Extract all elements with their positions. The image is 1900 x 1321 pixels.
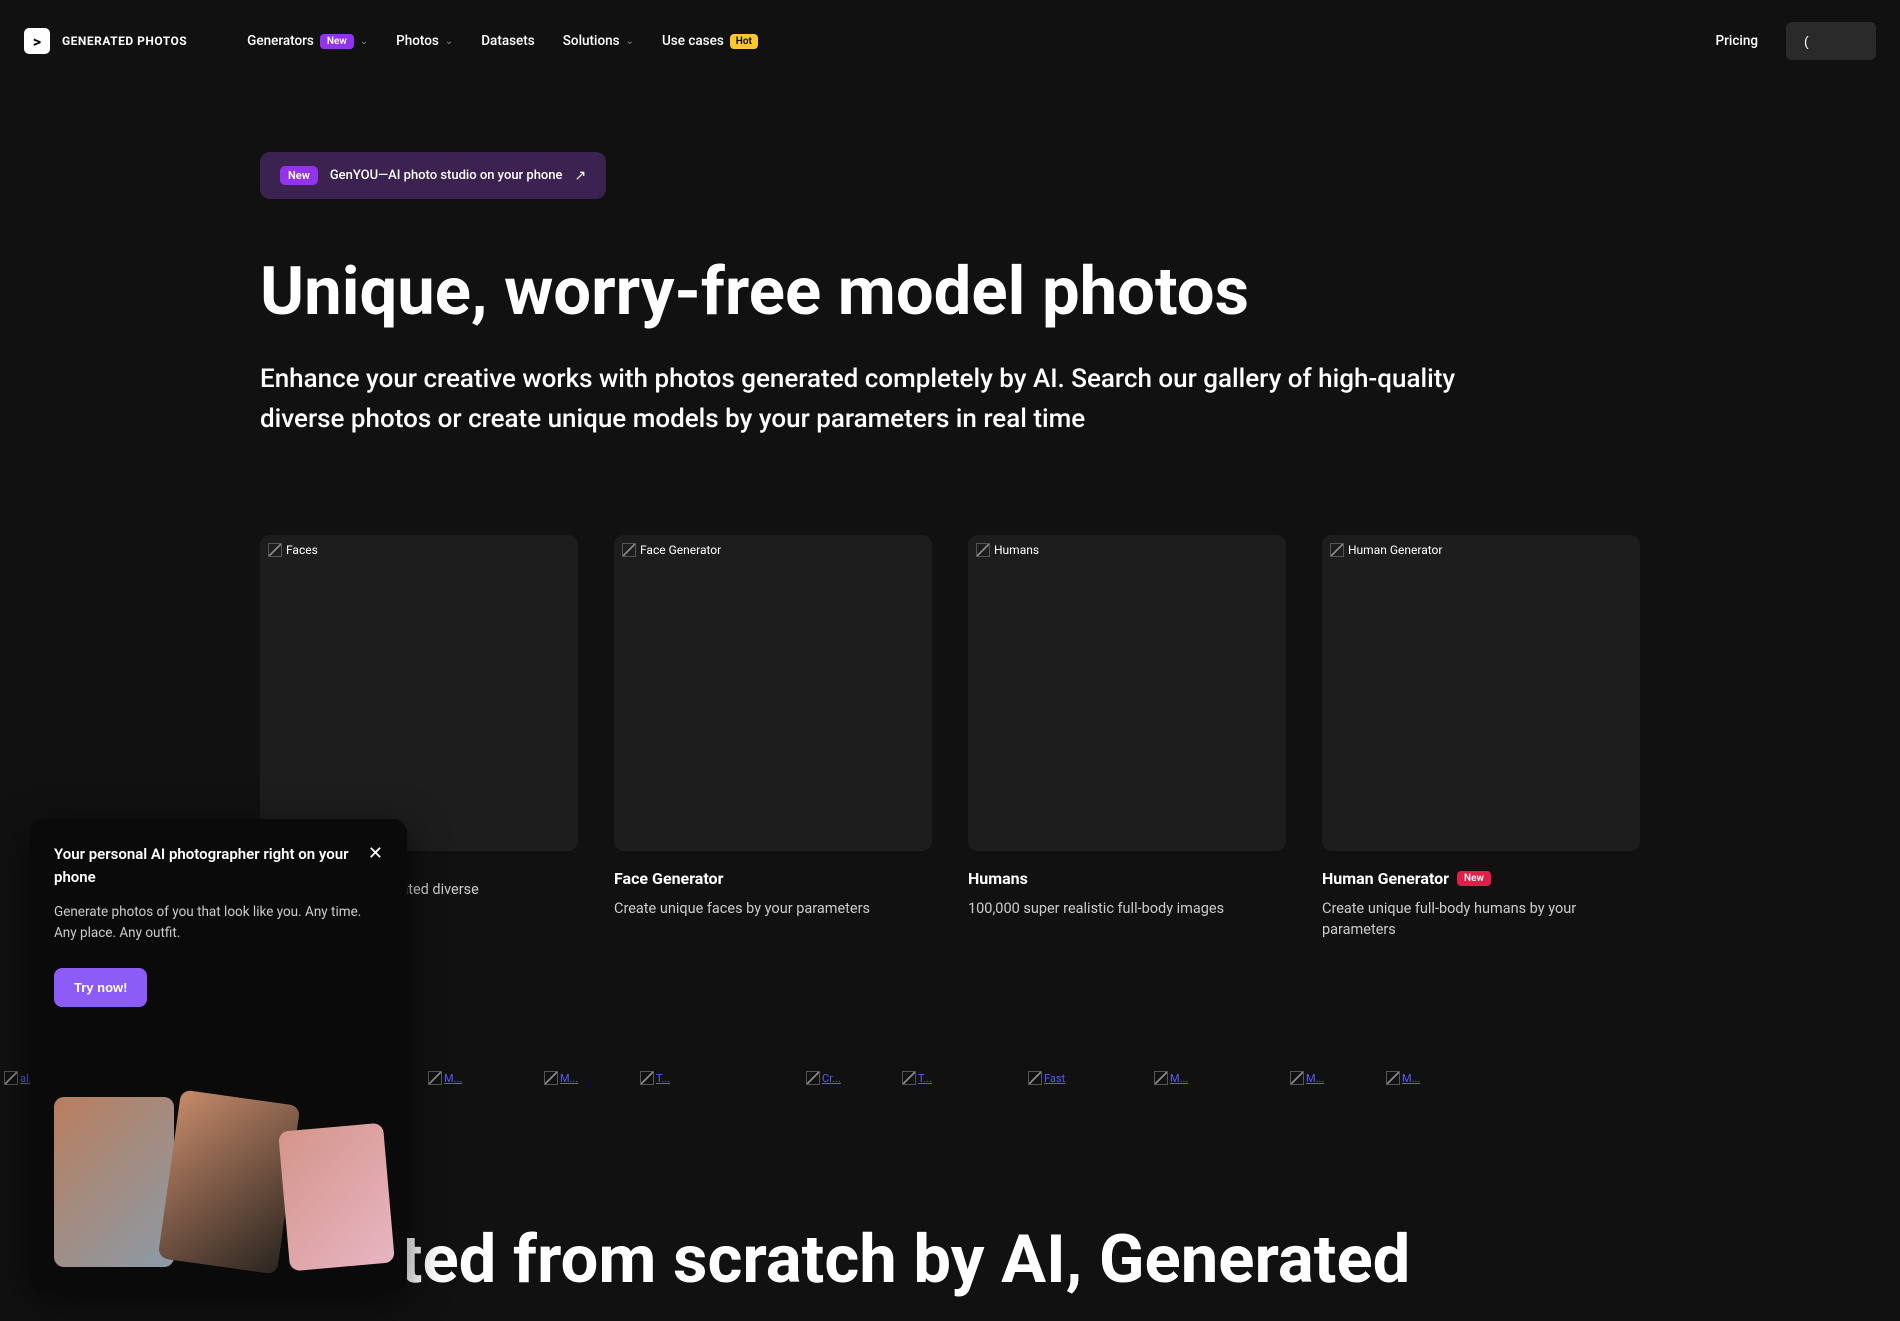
popup-sample-image xyxy=(278,1123,395,1272)
broken-image-icon xyxy=(1386,1071,1400,1085)
card-desc: 100,000 super realistic full-body images xyxy=(968,898,1286,920)
card-image-placeholder: Humans xyxy=(968,535,1286,851)
promo-text: GenYOU—AI photo studio on your phone xyxy=(330,168,563,183)
card-desc: nerated diverse xyxy=(380,879,578,901)
close-icon[interactable]: ✕ xyxy=(368,843,383,864)
thumb-item[interactable]: Cr... xyxy=(806,1071,886,1085)
card-desc: Create unique full-body humans by your p… xyxy=(1322,898,1640,942)
broken-image-icon xyxy=(1290,1071,1304,1085)
nav-photos[interactable]: Photos ⌄ xyxy=(396,33,453,49)
broken-image-icon xyxy=(976,543,990,557)
arrow-up-right-icon: ↗ xyxy=(575,168,587,184)
card-human-generator[interactable]: Human Generator Human Generator New Crea… xyxy=(1322,535,1640,942)
card-image-placeholder: Face Generator xyxy=(614,535,932,851)
thumb-item[interactable]: M... xyxy=(428,1071,528,1085)
card-desc: Create unique faces by your parameters xyxy=(614,898,932,920)
thumb-item[interactable]: M... xyxy=(1386,1071,1446,1085)
badge-hot: Hot xyxy=(730,34,758,49)
card-image-placeholder: Human Generator xyxy=(1322,535,1640,851)
logo[interactable]: > GENERATED PHOTOS xyxy=(24,28,187,54)
thumb-item[interactable]: M... xyxy=(1290,1071,1370,1085)
header: > GENERATED PHOTOS Generators New ⌄ Phot… xyxy=(0,0,1900,82)
badge-new: New xyxy=(320,34,354,49)
nav-datasets[interactable]: Datasets xyxy=(481,33,535,49)
broken-image-icon xyxy=(268,543,282,557)
nav-generators[interactable]: Generators New ⌄ xyxy=(247,33,368,49)
popup-sample-image xyxy=(158,1089,300,1274)
broken-image-icon xyxy=(902,1071,916,1085)
thumb-item[interactable]: Fast xyxy=(1028,1071,1138,1085)
try-now-button[interactable]: Try now! xyxy=(54,968,147,1007)
broken-image-icon xyxy=(1028,1071,1042,1085)
header-account-button[interactable]: ( xyxy=(1786,22,1876,60)
broken-image-icon xyxy=(1154,1071,1168,1085)
broken-image-icon xyxy=(622,543,636,557)
popup-desc: Generate photos of you that look like yo… xyxy=(54,902,383,944)
thumb-item[interactable]: M... xyxy=(544,1071,624,1085)
card-title: Face Generator xyxy=(614,869,723,888)
broken-image-icon xyxy=(640,1071,654,1085)
chevron-down-icon: ⌄ xyxy=(626,36,634,47)
card-humans[interactable]: Humans Humans 100,000 super realistic fu… xyxy=(968,535,1286,942)
chevron-down-icon: ⌄ xyxy=(445,36,453,47)
broken-image-icon xyxy=(428,1071,442,1085)
chevron-down-icon: ⌄ xyxy=(360,36,368,47)
hero-subtitle: Enhance your creative works with photos … xyxy=(260,359,1490,440)
card-title: Human Generator xyxy=(1322,869,1449,888)
popup-images xyxy=(54,1097,383,1267)
broken-image-icon xyxy=(4,1071,18,1085)
popup-title: Your personal AI photographer right on y… xyxy=(54,843,364,888)
thumb-item[interactable]: M... xyxy=(1154,1071,1274,1085)
broken-image-icon xyxy=(544,1071,558,1085)
card-face-generator[interactable]: Face Generator Face Generator Create uni… xyxy=(614,535,932,942)
card-image-placeholder: Faces xyxy=(260,535,578,851)
card-title: Humans xyxy=(968,869,1028,888)
logo-text: GENERATED PHOTOS xyxy=(62,34,187,48)
popup-sample-image xyxy=(54,1097,174,1267)
thumb-item[interactable]: T... xyxy=(902,1071,1012,1085)
broken-image-icon xyxy=(806,1071,820,1085)
logo-icon: > xyxy=(24,28,50,54)
cards-grid: Faces nerated diverse Face Generator Fac… xyxy=(260,535,1640,942)
nav-solutions[interactable]: Solutions ⌄ xyxy=(563,33,634,49)
section2-title: Created from scratch by AI, Generated xyxy=(260,1220,1640,1300)
hero-title: Unique, worry-free model photos xyxy=(260,254,1640,331)
card-badge-new: New xyxy=(1457,871,1491,886)
thumb-item[interactable]: T... xyxy=(640,1071,790,1085)
popup-genyou: Your personal AI photographer right on y… xyxy=(30,819,407,1291)
pricing-link[interactable]: Pricing xyxy=(1716,33,1758,49)
promo-banner[interactable]: New GenYOU—AI photo studio on your phone… xyxy=(260,152,606,199)
nav-usecases[interactable]: Use cases Hot xyxy=(662,33,758,49)
promo-badge: New xyxy=(280,166,318,185)
broken-image-icon xyxy=(1330,543,1344,557)
nav: Generators New ⌄ Photos ⌄ Datasets Solut… xyxy=(247,33,758,49)
